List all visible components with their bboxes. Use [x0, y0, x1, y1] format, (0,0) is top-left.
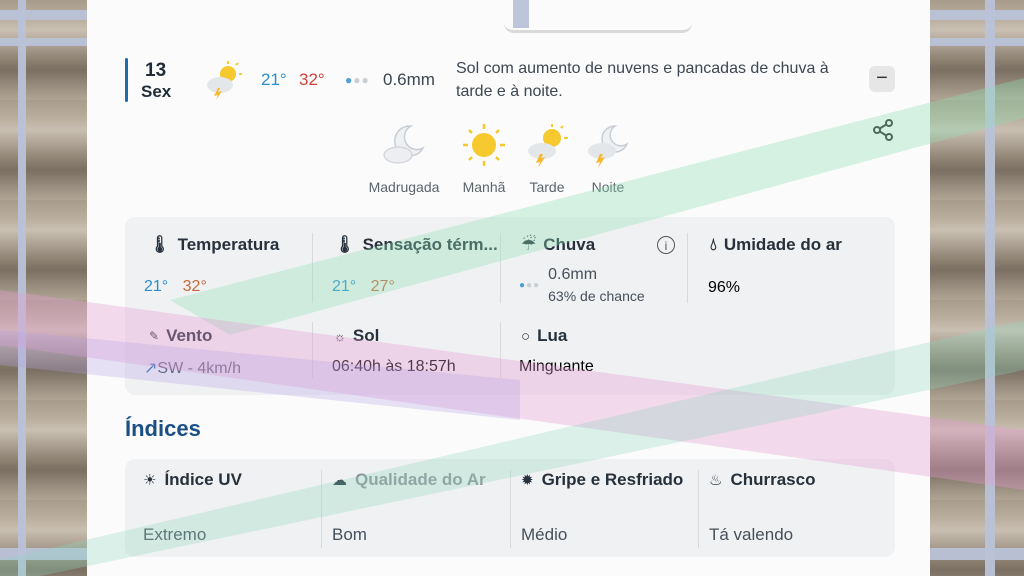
- day-accent-bar: [125, 58, 128, 102]
- frame-bar: [513, 0, 529, 28]
- divider: [698, 470, 699, 548]
- sun-cloud-thunder-icon: [528, 124, 568, 168]
- wind-icon: ✎: [149, 329, 160, 343]
- period-label: Noite: [591, 179, 625, 195]
- wind-label: Vento: [166, 326, 213, 345]
- day-number: 13: [145, 60, 167, 81]
- moon-cloud-icon: [383, 125, 425, 164]
- feels-like-max: 27°: [370, 278, 395, 295]
- wind-direction-arrow-icon: ↗: [144, 360, 158, 377]
- wind-value: SW - 4km/h: [157, 360, 241, 377]
- forecast-description: Sol com aumento de nuvens e pancadas de …: [456, 60, 829, 100]
- temperature-max: 32°: [182, 278, 207, 295]
- rain-values: ●●● 0.6mm 63% de chance: [519, 266, 645, 304]
- index-air-quality[interactable]: ☁︎ Qualidade do Ar Bom: [332, 470, 486, 544]
- sun-small-icon: ☼: [334, 328, 346, 344]
- index-flu[interactable]: ✹ Gripe e Resfriado Médio: [521, 470, 684, 544]
- index-barbecue-value: Tá valendo: [709, 525, 794, 544]
- rain-cloud-icon: ☔︎: [521, 235, 537, 254]
- index-air-quality-label: Qualidade do Ar: [355, 470, 486, 489]
- index-barbecue-label: Churrasco: [730, 470, 816, 489]
- divider: [312, 233, 313, 303]
- feels-like-thermometer-icon: 🌡︎: [334, 235, 356, 254]
- temperature-cell: 🌡︎ Temperatura: [149, 235, 279, 255]
- share-icon[interactable]: [871, 118, 895, 142]
- humidity-cell: 💧︎ Umidade do ar: [710, 235, 842, 255]
- temperature-values: 21° 32°: [144, 278, 207, 296]
- feels-like-values: 21° 27°: [332, 278, 395, 296]
- temperature-label: Temperatura: [177, 235, 280, 254]
- sun-cell: ☼ Sol: [334, 326, 379, 346]
- divider: [500, 233, 501, 303]
- uv-icon: ☀︎: [143, 472, 157, 489]
- wind-values: ↗SW - 4km/h: [144, 358, 241, 378]
- moon-cloud-thunder-icon: [588, 125, 629, 168]
- humidity-drop-icon: 💧︎: [710, 235, 717, 254]
- moon-label: Lua: [537, 326, 568, 345]
- sun-label: Sol: [352, 326, 380, 345]
- index-uv[interactable]: ☀︎ Índice UV Extremo: [143, 470, 242, 544]
- summary-precip: 0.6mm: [383, 70, 435, 89]
- rain-label: Chuva: [543, 235, 596, 254]
- virus-icon: ✹: [521, 472, 534, 489]
- divider: [312, 322, 313, 378]
- sun-value: 06:40h às 18:57h: [332, 358, 456, 375]
- humidity-value: 96%: [708, 279, 741, 296]
- collapse-button[interactable]: −: [869, 66, 895, 92]
- divider: [321, 470, 322, 548]
- summary-temp-min: 21°: [261, 70, 287, 89]
- index-air-quality-value: Bom: [332, 525, 367, 544]
- summary-temp-max: 32°: [299, 70, 325, 89]
- feels-like-label: Sensação térm...: [362, 235, 498, 254]
- moon-circle-icon: ○: [521, 327, 531, 345]
- rain-amount: 0.6mm: [548, 266, 598, 283]
- index-uv-label: Índice UV: [164, 470, 242, 489]
- divider: [500, 322, 501, 378]
- thermometer-icon: 🌡︎: [149, 235, 171, 254]
- info-icon[interactable]: i: [657, 236, 675, 254]
- frame-bar: [985, 0, 995, 576]
- grill-icon: ♨︎: [709, 472, 723, 489]
- frame-bar: [18, 0, 26, 576]
- temperature-min: 21°: [144, 278, 169, 295]
- period-noite: Noite: [568, 122, 648, 195]
- rain-drops-icon: ●●●: [519, 279, 541, 291]
- period-label: Madrugada: [368, 179, 440, 195]
- air-quality-icon: ☁︎: [332, 472, 347, 489]
- moon-cell: ○ Lua: [521, 326, 567, 346]
- card-handle[interactable]: [504, 0, 692, 33]
- index-flu-label: Gripe e Resfriado: [541, 470, 684, 489]
- humidity-label: Umidade do ar: [723, 235, 842, 254]
- divider: [510, 470, 511, 548]
- moon-value: Minguante: [519, 358, 594, 375]
- day-name: Sex: [141, 82, 172, 101]
- period-madrugada: Madrugada: [364, 122, 444, 195]
- wind-cell: ✎ Vento: [149, 326, 212, 346]
- rain-drops-icon: ●●●: [345, 73, 370, 87]
- index-barbecue[interactable]: ♨︎ Churrasco Tá valendo: [709, 470, 816, 544]
- feels-like-min: 21°: [332, 278, 357, 295]
- feels-like-cell: 🌡︎ Sensação térm...: [334, 235, 498, 255]
- index-uv-value: Extremo: [143, 525, 207, 544]
- indices-title: Índices: [125, 416, 201, 441]
- index-flu-value: Médio: [521, 525, 568, 544]
- sun-cloud-thunder-icon: [207, 61, 242, 100]
- rain-chance: 63% de chance: [548, 288, 645, 304]
- sun-icon: [463, 124, 505, 166]
- rain-cell: ☔︎ Chuva: [521, 235, 595, 255]
- divider: [687, 233, 688, 303]
